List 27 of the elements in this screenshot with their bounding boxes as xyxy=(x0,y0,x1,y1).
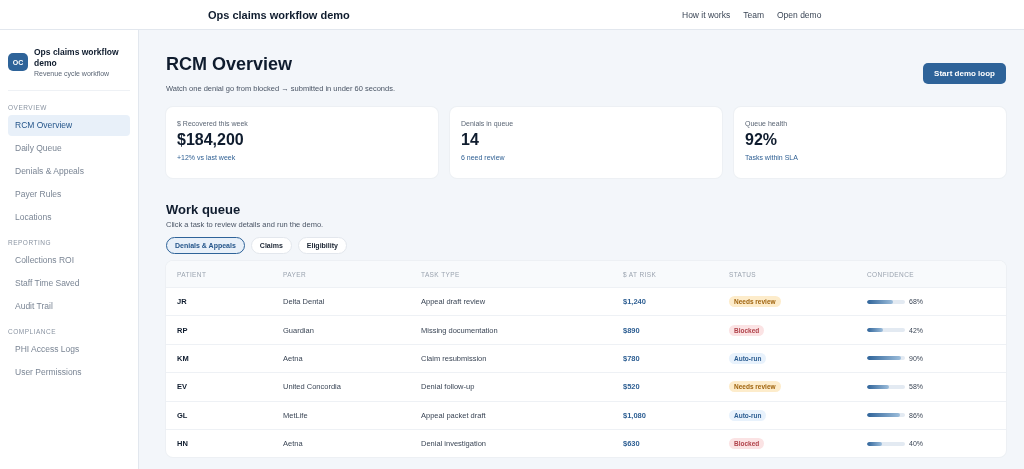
nav-link[interactable]: Open demo xyxy=(777,9,822,20)
page-title: RCM Overview xyxy=(166,54,294,75)
sidebar-item[interactable]: Payer Rules xyxy=(8,184,130,205)
sidebar-item[interactable]: Locations xyxy=(8,207,130,228)
start-demo-button[interactable]: Start demo loop xyxy=(923,63,1006,84)
sidebar-item[interactable]: Denials & Appeals xyxy=(8,161,130,182)
sidebar-item[interactable]: RCM Overview xyxy=(8,115,130,136)
sidebar-item[interactable]: Daily Queue xyxy=(8,138,130,159)
site-title: Ops claims workflow demo xyxy=(208,8,350,21)
confidence-bar xyxy=(867,328,905,333)
confidence-bar xyxy=(867,384,905,389)
stat-value: 92% xyxy=(745,131,779,149)
stat-value: $184,200 xyxy=(177,131,245,149)
confidence-bar xyxy=(867,299,905,304)
sidebar-item[interactable]: PHI Access Logs xyxy=(8,339,130,360)
confidence-bar xyxy=(867,356,905,361)
sidebar-item[interactable]: Audit Trail xyxy=(8,296,130,317)
section-title: Work queue xyxy=(166,202,242,217)
nav-link[interactable]: Team xyxy=(743,9,764,20)
sidebar-item[interactable]: Staff Time Saved xyxy=(8,273,130,294)
confidence-bar xyxy=(867,413,905,418)
sidebar-item[interactable]: Collections ROI xyxy=(8,250,130,271)
confidence-bar xyxy=(867,441,905,446)
nav-link[interactable]: How it works xyxy=(682,9,731,20)
app-name: Ops claims workflow demo xyxy=(34,47,120,69)
sidebar-item[interactable]: User Permissions xyxy=(8,362,130,383)
stat-value: 14 xyxy=(461,131,480,149)
